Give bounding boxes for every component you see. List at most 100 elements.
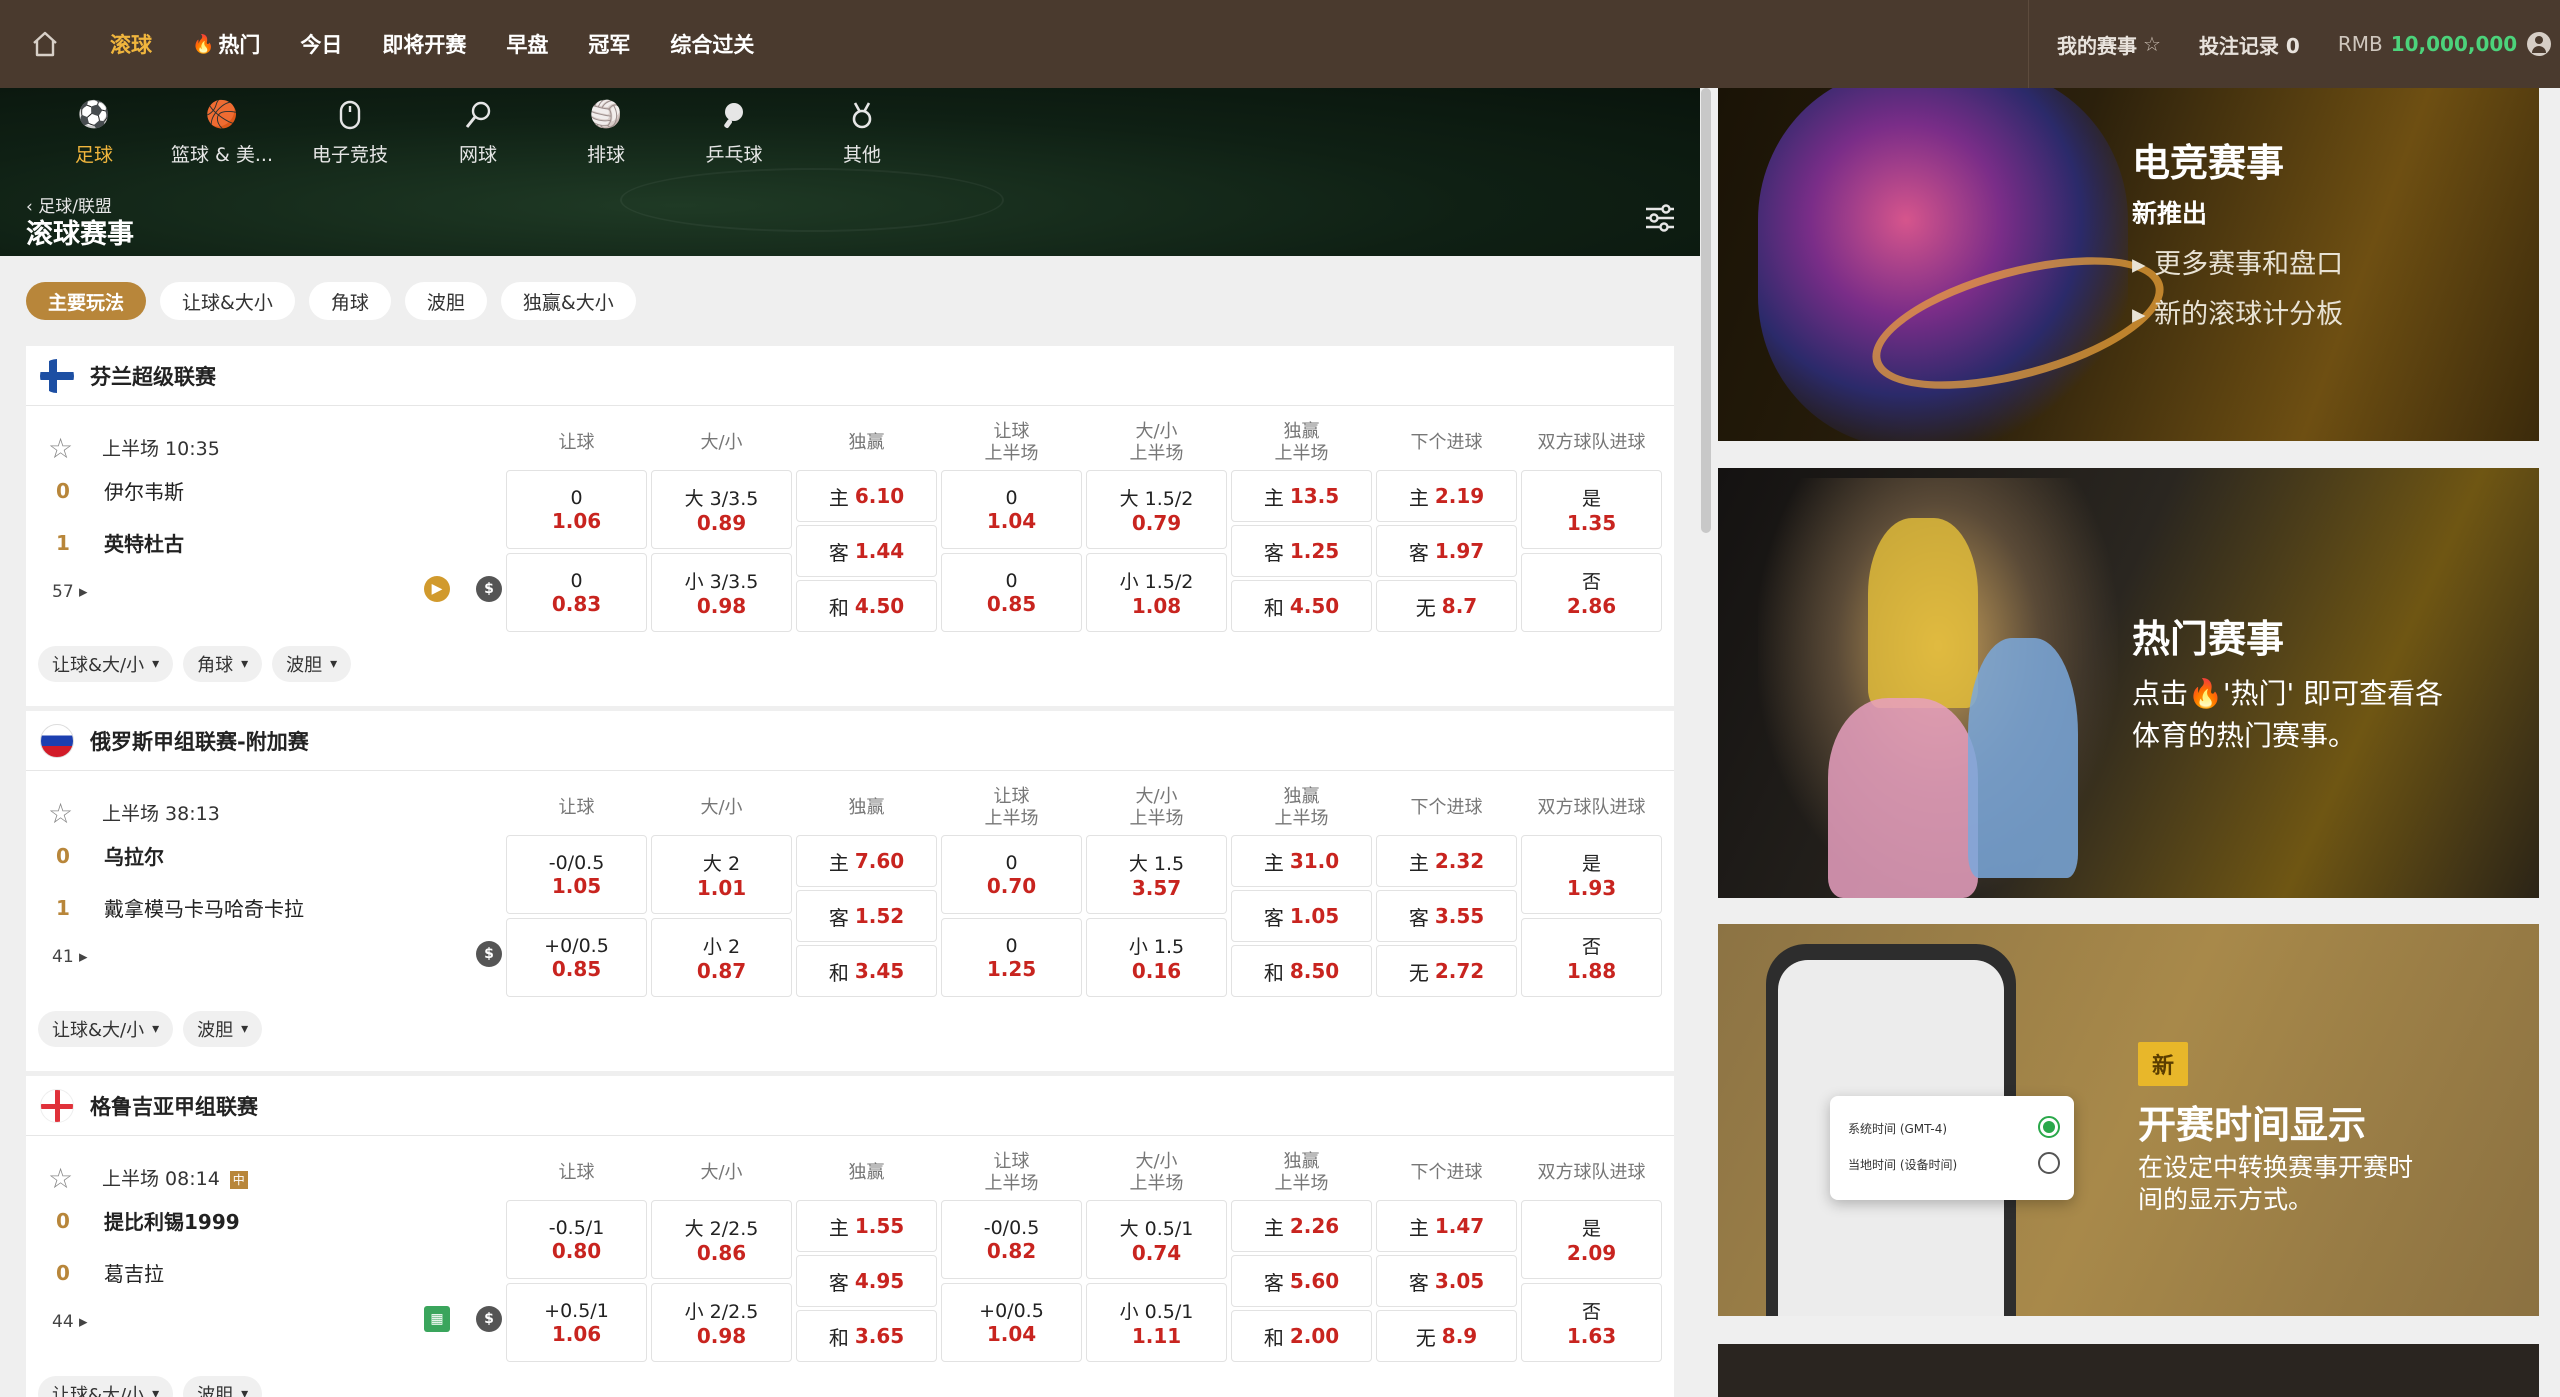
odds-button[interactable]: 否 2.86	[1521, 553, 1662, 632]
odds-button[interactable]: 和 3.65	[796, 1310, 937, 1362]
more-markets-count[interactable]: 44 ▸	[52, 1312, 88, 1332]
odds-button[interactable]: 主 2.19	[1376, 470, 1517, 522]
sport-tab-soccer[interactable]: ⚽ 足球	[30, 98, 158, 167]
filter-settings-icon[interactable]	[1642, 200, 1678, 236]
odds-button[interactable]: 0 0.83	[506, 553, 647, 632]
league-header[interactable]: 芬兰超级联赛	[26, 346, 1674, 406]
odds-button[interactable]: 小 2 0.87	[651, 918, 792, 997]
odds-button[interactable]: 大 2 1.01	[651, 835, 792, 914]
kickoff-time-banner[interactable]: 系统时间 (GMT-4) 当地时间 (设备时间) 新 开赛时间显示 在设定中转换…	[1718, 924, 2539, 1316]
favorite-star-icon[interactable]: ☆	[48, 1162, 73, 1195]
pitch-icon[interactable]: ▦	[424, 1306, 450, 1332]
market-dropdown[interactable]: 让球&大/小 ▾	[38, 1011, 174, 1047]
odds-button[interactable]: 大 2/2.5 0.86	[651, 1200, 792, 1279]
odds-button[interactable]: 客 1.05	[1231, 890, 1372, 942]
odds-button[interactable]: 无 8.7	[1376, 580, 1517, 632]
favorite-star-icon[interactable]: ☆	[48, 432, 73, 465]
odds-button[interactable]: 客 5.60	[1231, 1255, 1372, 1307]
odds-button[interactable]: +0.5/1 1.06	[506, 1283, 647, 1362]
bet-record-button[interactable]: 投注记录 0	[2199, 30, 2300, 59]
odds-button[interactable]: 客 1.52	[796, 890, 937, 942]
dollar-icon[interactable]: $	[476, 1306, 502, 1332]
odds-button[interactable]: 和 2.00	[1231, 1310, 1372, 1362]
hot-events-banner[interactable]: 热门赛事 点击🔥'热门' 即可查看各 体育的热门赛事。	[1718, 468, 2539, 898]
chip-1x2-ou[interactable]: 独赢&大小	[500, 282, 636, 320]
odds-button[interactable]: 客 3.55	[1376, 890, 1517, 942]
odds-button[interactable]: 0 1.25	[941, 918, 1082, 997]
odds-button[interactable]: +0/0.5 0.85	[506, 918, 647, 997]
odds-button[interactable]: 大 1.5 3.57	[1086, 835, 1227, 914]
odds-button[interactable]: -0/0.5 1.05	[506, 835, 647, 914]
odds-button[interactable]: -0.5/1 0.80	[506, 1200, 647, 1279]
odds-button[interactable]: 小 1.5 0.16	[1086, 918, 1227, 997]
odds-button[interactable]: -0/0.5 0.82	[941, 1200, 1082, 1279]
odds-button[interactable]: 否 1.63	[1521, 1283, 1662, 1362]
odds-button[interactable]: 小 3/3.5 0.98	[651, 553, 792, 632]
nav-upcoming[interactable]: 即将开赛	[362, 0, 486, 88]
dollar-icon[interactable]: $	[476, 576, 502, 602]
odds-button[interactable]: 主 1.55	[796, 1200, 937, 1252]
league-header[interactable]: 俄罗斯甲组联赛-附加赛	[26, 711, 1674, 771]
nav-hot[interactable]: 🔥 热门	[172, 0, 280, 88]
market-dropdown[interactable]: 让球&大/小 ▾	[38, 1376, 174, 1397]
odds-button[interactable]: 主 6.10	[796, 470, 937, 522]
odds-button[interactable]: 主 31.0	[1231, 835, 1372, 887]
odds-button[interactable]: 无 2.72	[1376, 945, 1517, 997]
market-dropdown[interactable]: 让球&大/小 ▾	[38, 646, 174, 682]
balance-display[interactable]: RMB 10,000,000	[2338, 32, 2552, 56]
play-icon[interactable]: ▶	[424, 576, 450, 602]
favorite-star-icon[interactable]: ☆	[48, 797, 73, 830]
odds-button[interactable]: 小 1.5/2 1.08	[1086, 553, 1227, 632]
market-dropdown[interactable]: 波胆 ▾	[272, 646, 352, 682]
odds-button[interactable]: 主 7.60	[796, 835, 937, 887]
odds-button[interactable]: 大 0.5/1 0.74	[1086, 1200, 1227, 1279]
odds-button[interactable]: 无 8.9	[1376, 1310, 1517, 1362]
home-icon[interactable]	[0, 0, 90, 88]
esports-banner[interactable]: 电竞赛事 新推出 ▸ 更多赛事和盘口 ▸ 新的滚球计分板	[1718, 88, 2539, 441]
chip-correct-score[interactable]: 波胆	[404, 282, 487, 320]
sport-tab-basketball[interactable]: 🏀 篮球 & 美...	[158, 98, 286, 167]
sport-tab-other[interactable]: 其他	[798, 98, 926, 167]
odds-button[interactable]: 小 0.5/1 1.11	[1086, 1283, 1227, 1362]
nav-today[interactable]: 今日	[280, 0, 362, 88]
odds-button[interactable]: 0 1.06	[506, 470, 647, 549]
odds-button[interactable]: 和 8.50	[1231, 945, 1372, 997]
sport-tab-tennis[interactable]: 网球	[414, 98, 542, 167]
chip-corners[interactable]: 角球	[308, 282, 391, 320]
odds-button[interactable]: 是 1.93	[1521, 835, 1662, 914]
odds-button[interactable]: 主 13.5	[1231, 470, 1372, 522]
odds-button[interactable]: 小 2/2.5 0.98	[651, 1283, 792, 1362]
league-header[interactable]: 格鲁吉亚甲组联赛	[26, 1076, 1674, 1136]
nav-live[interactable]: 滚球	[90, 0, 172, 88]
sport-tab-volleyball[interactable]: 🏐 排球	[542, 98, 670, 167]
odds-button[interactable]: 客 4.95	[796, 1255, 937, 1307]
next-banner[interactable]	[1718, 1344, 2539, 1397]
market-dropdown[interactable]: 角球 ▾	[183, 646, 263, 682]
odds-button[interactable]: 主 1.47	[1376, 1200, 1517, 1252]
odds-button[interactable]: 主 2.32	[1376, 835, 1517, 887]
sport-tab-table-tennis[interactable]: 乒乓球	[670, 98, 798, 167]
odds-button[interactable]: 客 1.97	[1376, 525, 1517, 577]
odds-button[interactable]: 0 0.85	[941, 553, 1082, 632]
odds-button[interactable]: 客 1.44	[796, 525, 937, 577]
odds-button[interactable]: 0 0.70	[941, 835, 1082, 914]
nav-parlay[interactable]: 综合过关	[650, 0, 774, 88]
odds-button[interactable]: 否 1.88	[1521, 918, 1662, 997]
nav-early[interactable]: 早盘	[486, 0, 568, 88]
odds-button[interactable]: 是 1.35	[1521, 470, 1662, 549]
odds-button[interactable]: 和 3.45	[796, 945, 937, 997]
odds-button[interactable]: 大 1.5/2 0.79	[1086, 470, 1227, 549]
nav-outright[interactable]: 冠军	[568, 0, 650, 88]
market-dropdown[interactable]: 波胆 ▾	[183, 1011, 263, 1047]
main-scrollbar[interactable]	[1701, 88, 1711, 533]
odds-button[interactable]: 和 4.50	[796, 580, 937, 632]
odds-button[interactable]: 大 3/3.5 0.89	[651, 470, 792, 549]
odds-button[interactable]: +0/0.5 1.04	[941, 1283, 1082, 1362]
sport-tab-esports[interactable]: 电子竞技	[286, 98, 414, 167]
odds-button[interactable]: 0 1.04	[941, 470, 1082, 549]
dollar-icon[interactable]: $	[476, 941, 502, 967]
chip-main[interactable]: 主要玩法	[26, 282, 147, 320]
more-markets-count[interactable]: 41 ▸	[52, 947, 88, 967]
odds-button[interactable]: 主 2.26	[1231, 1200, 1372, 1252]
more-markets-count[interactable]: 57 ▸	[52, 582, 88, 602]
